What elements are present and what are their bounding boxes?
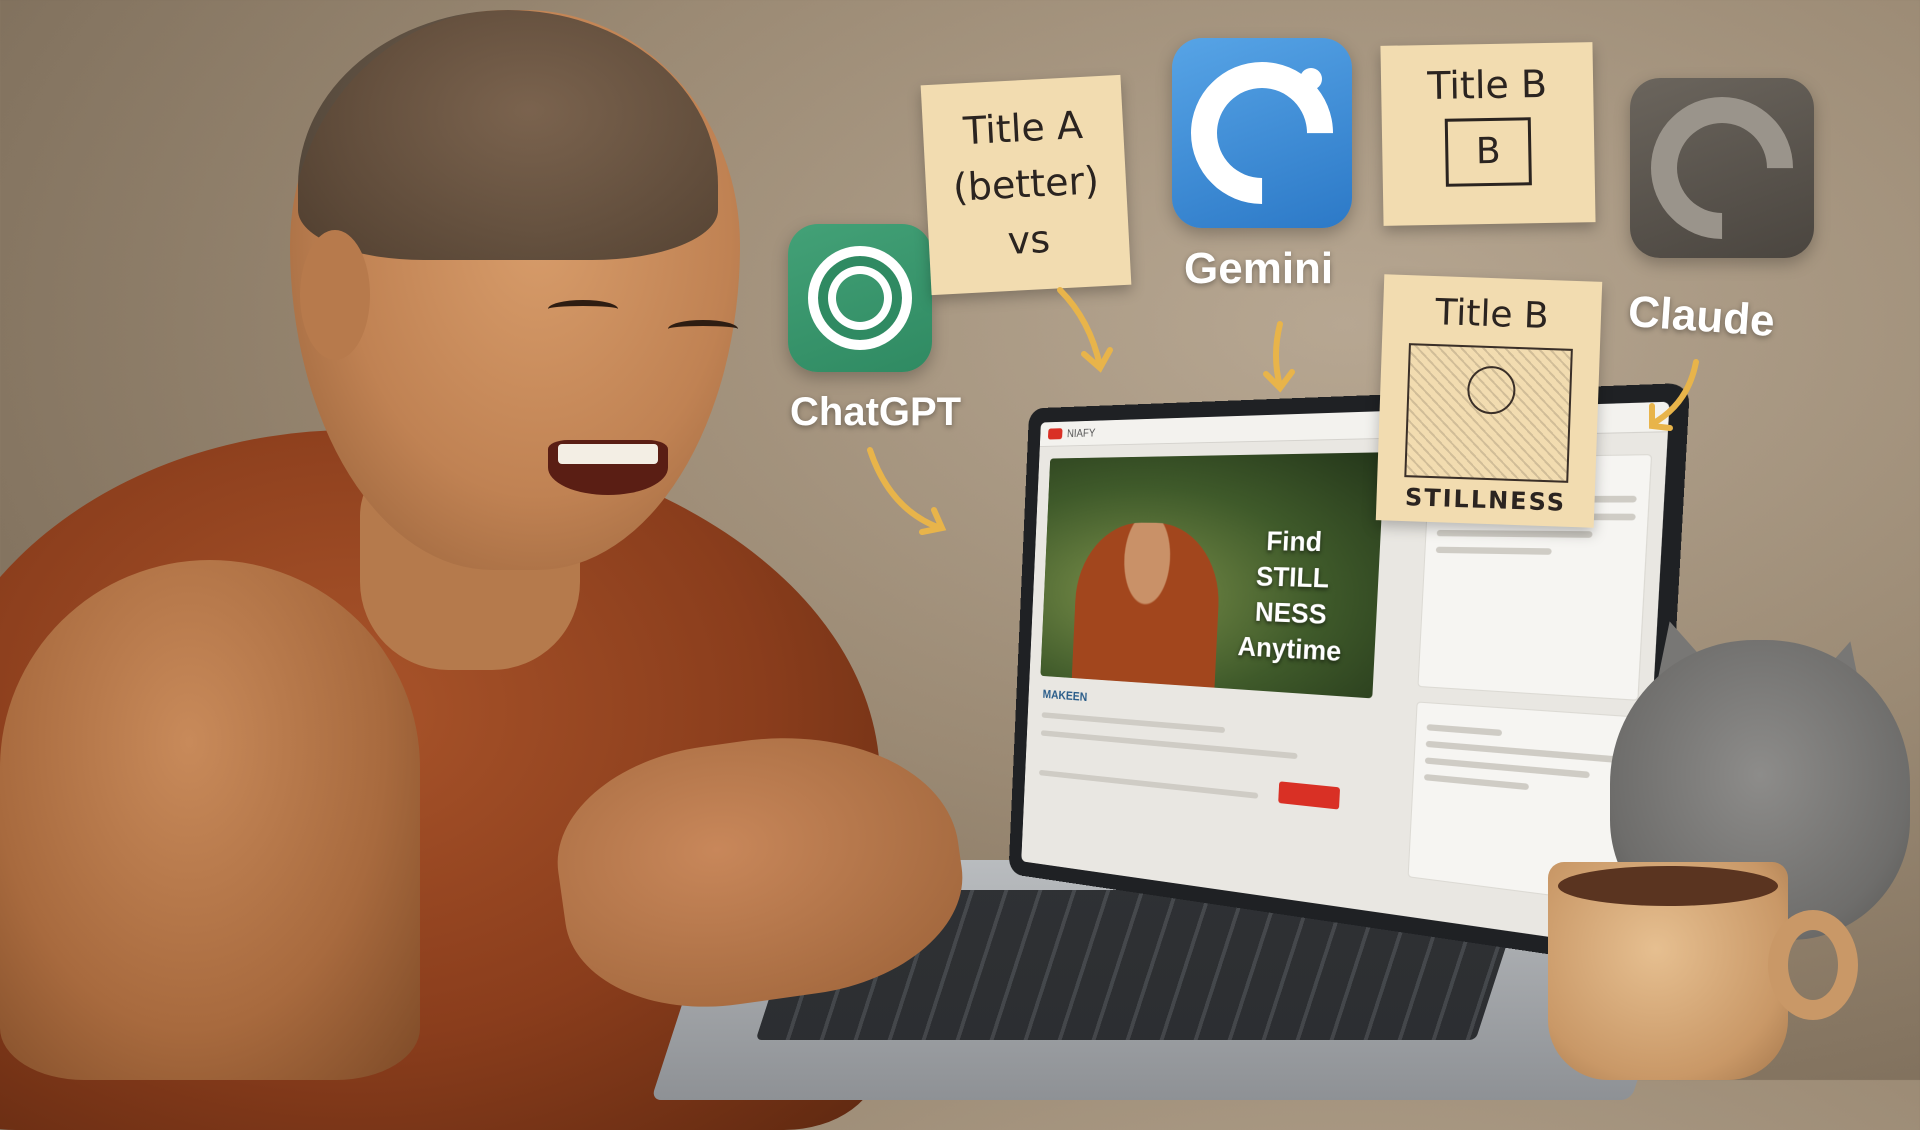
- claude-logo: [1630, 78, 1814, 258]
- gemini-dot-icon: [1300, 68, 1322, 90]
- sticky-note-title-b-sketch: Title B STILLNESS: [1376, 274, 1602, 527]
- meta-line: [1039, 770, 1258, 799]
- arrow-icon: [1250, 316, 1310, 396]
- note-a-line-2: (better): [925, 151, 1128, 217]
- note-b-title: Title B: [1381, 58, 1594, 112]
- sidebar-line: [1437, 530, 1593, 538]
- mug-coffee: [1558, 866, 1778, 906]
- monk-teeth: [558, 444, 658, 464]
- sidebar-line: [1427, 724, 1503, 736]
- claude-c-icon: [1622, 68, 1823, 269]
- sticky-note-title-b: Title B B: [1380, 42, 1595, 226]
- thumbnail-title: Find STILL NESS Anytime: [1219, 523, 1367, 671]
- monk-shoulder: [0, 560, 420, 1080]
- monk-hair: [298, 10, 718, 260]
- chatgpt-logo: [788, 224, 932, 372]
- meta-line: [1042, 712, 1225, 733]
- sticky-note-title-a: Title A (better) vs: [921, 75, 1132, 295]
- scene: NIAFY Find STILL NESS Anytime MAKEEN Cha…: [0, 0, 1920, 1080]
- gemini-label: Gemini: [1184, 244, 1333, 294]
- video-thumbnail[interactable]: Find STILL NESS Anytime: [1040, 452, 1384, 698]
- mug-handle: [1768, 910, 1858, 1020]
- chatgpt-label: ChatGPT: [790, 390, 961, 435]
- sidebar-line: [1436, 547, 1552, 555]
- gemini-c-icon: [1162, 33, 1363, 234]
- note-c-title: Title B: [1382, 288, 1601, 342]
- arrow-icon: [1050, 280, 1120, 380]
- arrow-icon: [860, 440, 950, 540]
- thumbnail-line-1: Find: [1224, 523, 1367, 561]
- thumbnail-line-2: STILL NESS: [1221, 558, 1365, 634]
- sidebar-line: [1425, 757, 1590, 778]
- thumbnail-line-3: Anytime: [1219, 628, 1361, 671]
- note-a-line-1: Title A: [922, 95, 1125, 161]
- site-brand: NIAFY: [1067, 426, 1096, 440]
- note-b-box: B: [1445, 117, 1532, 186]
- video-logo-icon: [1048, 428, 1063, 439]
- sidebar-line: [1424, 774, 1529, 790]
- arrow-icon: [1640, 354, 1710, 434]
- monk-ear: [300, 230, 370, 360]
- subscribe-button[interactable]: [1278, 781, 1340, 809]
- chatgpt-knot-icon: [808, 246, 912, 350]
- note-a-line-3: vs: [928, 207, 1131, 273]
- monk-eye-left: [548, 300, 618, 318]
- thumbnail-monk: [1071, 522, 1222, 698]
- note-c-caption: STILLNESS: [1376, 482, 1595, 518]
- channel-name[interactable]: MAKEEN: [1042, 687, 1087, 704]
- meditating-monk-sketch: [1404, 343, 1573, 483]
- gemini-logo: [1172, 38, 1352, 228]
- claude-label: Claude: [1626, 287, 1776, 347]
- meta-line: [1041, 730, 1298, 759]
- monk-eye-right: [668, 320, 738, 338]
